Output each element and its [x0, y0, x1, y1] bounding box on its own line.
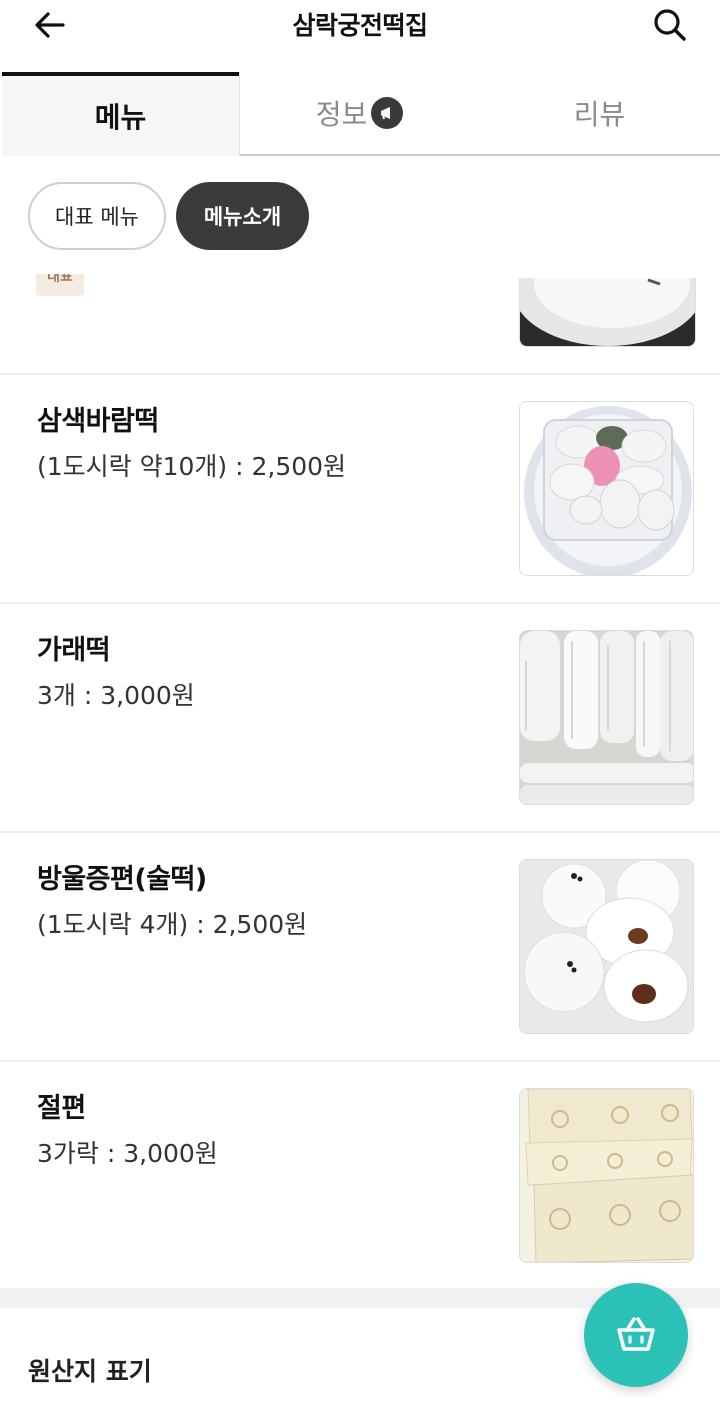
megaphone-icon: [371, 97, 404, 129]
menu-item-name: 방울증편(술떡): [37, 864, 207, 895]
tab-info[interactable]: 정보: [239, 72, 479, 156]
tab-bar: 메뉴 정보 리뷰: [0, 72, 720, 156]
menu-item-name: 절편: [37, 1093, 86, 1124]
category-chips: 대표 메뉴 메뉴소개: [0, 156, 720, 274]
menu-item-price: (1도시락 약10개) : 2,500원: [37, 452, 347, 481]
menu-item-price: (1도시락 4개) : 2,500원: [37, 910, 308, 939]
menu-item-price: 3개 : 3,000원: [37, 681, 195, 710]
featured-tag-label: 대표: [47, 274, 73, 285]
menu-item-image: [519, 859, 694, 1034]
menu-list: 대표 삼색바람떡 (1도시락 약10개) : 2,500원 가래떡 3개: 3…: [0, 274, 720, 1291]
page-title: 삼락궁전떡집: [292, 11, 428, 40]
search-icon: [654, 9, 686, 41]
menu-item-price: 3가락 : 3,000원: [37, 1139, 218, 1168]
featured-tag: 대표: [36, 274, 84, 296]
list-item[interactable]: 가래떡 3개 : 3,000원: [0, 604, 720, 833]
tab-review-label: 리뷰: [573, 98, 626, 131]
list-item[interactable]: 삼색바람떡 (1도시락 약10개) : 2,500원: [0, 375, 720, 604]
list-item[interactable]: 대표: [0, 274, 720, 375]
menu-item-name: 가래떡: [37, 635, 111, 666]
menu-item-image: [519, 278, 696, 347]
tab-review[interactable]: 리뷰: [479, 72, 720, 156]
basket-icon: [617, 1317, 655, 1351]
chip-featured-menu[interactable]: 대표 메뉴: [28, 182, 166, 250]
list-item[interactable]: 방울증편(술떡) (1도시락 4개) : 2,500원: [0, 833, 720, 1062]
menu-item-name: 삼색바람떡: [37, 406, 159, 437]
origin-section-title: 원산지 표기: [28, 1357, 152, 1386]
tab-menu[interactable]: 메뉴: [2, 72, 239, 156]
tab-menu-label: 메뉴: [94, 101, 147, 134]
menu-item-image: [519, 630, 694, 805]
chip-menu-intro[interactable]: 메뉴소개: [176, 182, 309, 250]
menu-item-image: [519, 1088, 694, 1263]
list-item[interactable]: 절편 3가락 : 3,000원: [0, 1062, 720, 1291]
app-header: 삼락궁전떡집: [0, 0, 720, 72]
tab-info-label: 정보: [315, 98, 368, 131]
search-button[interactable]: [640, 2, 700, 48]
cart-button[interactable]: [584, 1283, 688, 1387]
menu-item-image: [519, 401, 694, 576]
